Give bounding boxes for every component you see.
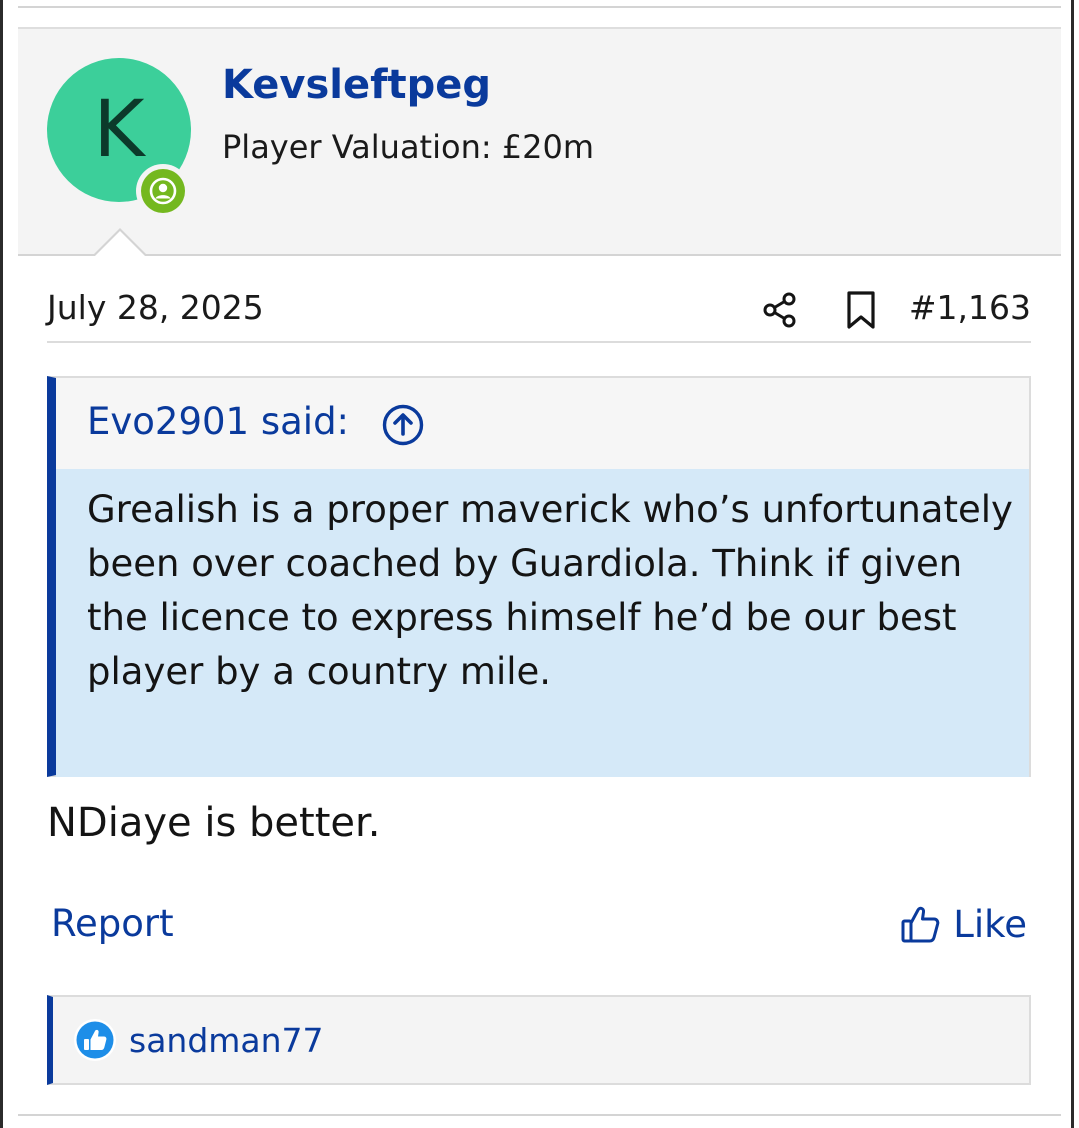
post-date[interactable]: July 28, 2025 (47, 288, 264, 327)
meta-divider (47, 341, 1031, 343)
post-message: NDiaye is better. (47, 800, 381, 846)
reactions-bar: sandman77 (47, 995, 1031, 1085)
quote-body: Grealish is a proper maverick who’s unfo… (56, 469, 1029, 777)
quote-text: Grealish is a proper maverick who’s unfo… (87, 488, 1013, 693)
quote-author[interactable]: Evo2901 said: (87, 400, 349, 443)
avatar-letter: K (93, 85, 145, 175)
bookmark-icon[interactable] (843, 290, 879, 330)
like-button[interactable]: Like (899, 898, 1027, 950)
reaction-user-link[interactable]: sandman77 (129, 1021, 324, 1060)
username-link[interactable]: Kevsleftpeg (222, 62, 491, 108)
user-header-pointer-inner (94, 231, 146, 257)
arrow-up-circle-icon[interactable] (381, 403, 425, 447)
share-icon[interactable] (760, 290, 800, 330)
post-meta: July 28, 2025 #1,163 (47, 288, 1031, 334)
report-link[interactable]: Report (51, 902, 174, 945)
online-status-badge (136, 164, 190, 218)
like-reaction-icon (74, 1019, 116, 1061)
user-online-icon (141, 169, 185, 213)
top-divider (18, 6, 1061, 8)
post-number-link[interactable]: #1,163 (909, 288, 1031, 327)
quote-header: Evo2901 said: (56, 378, 1029, 469)
bottom-divider (18, 1114, 1061, 1116)
like-label: Like (953, 902, 1027, 946)
thumbs-up-icon (901, 906, 940, 943)
quote-block: Evo2901 said: Grealish is a proper maver… (47, 376, 1031, 777)
user-valuation: Player Valuation: £20m (222, 128, 595, 166)
